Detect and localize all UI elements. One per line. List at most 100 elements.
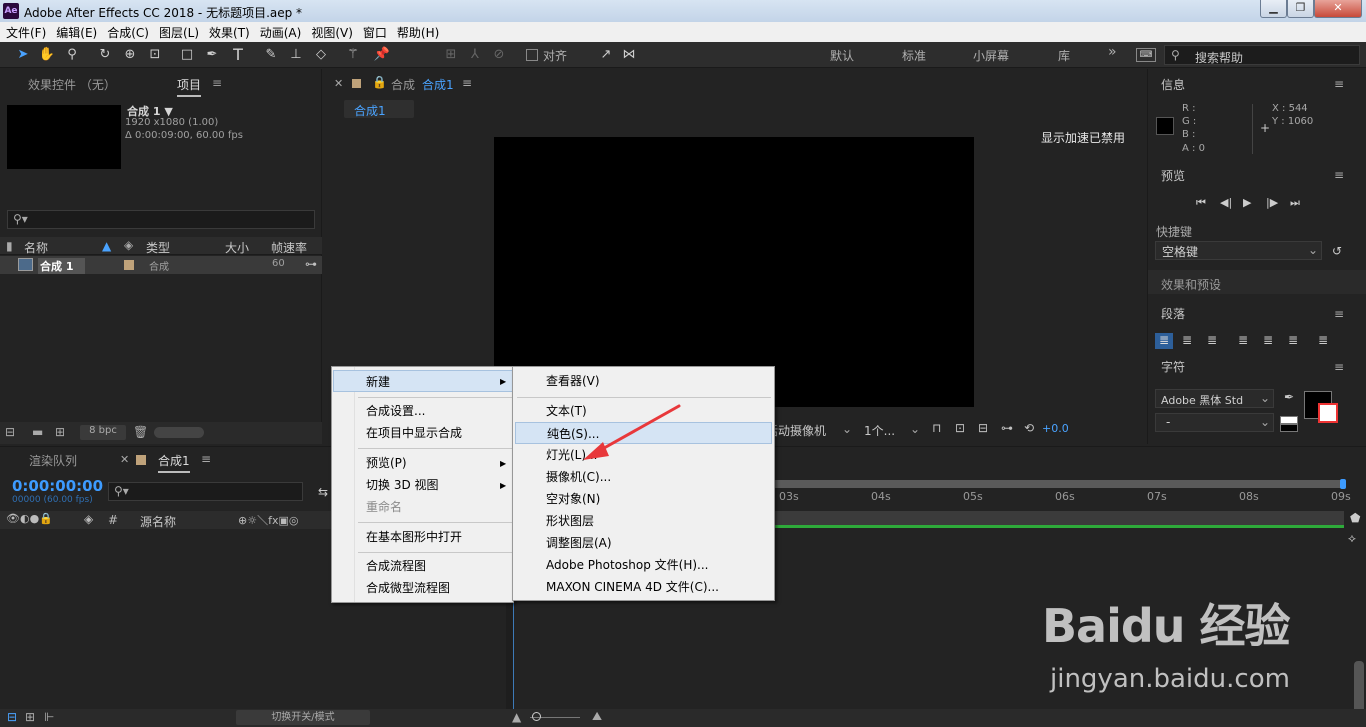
workspace-libraries[interactable]: 库 <box>1058 47 1070 64</box>
first-frame-icon[interactable]: ⏮ <box>1196 196 1206 210</box>
pan-behind-tool-icon[interactable]: ⊡ <box>146 46 164 64</box>
menu-item-switch-3d-view[interactable]: 切换 3D 视图 <box>366 474 439 496</box>
project-scrollbar[interactable] <box>154 427 204 438</box>
views-select[interactable]: 1个... <box>864 422 895 439</box>
toggle-view-options-icon[interactable]: ⊓ <box>932 421 941 435</box>
menu-item-reveal-in-project[interactable]: 在项目中显示合成 <box>366 422 462 444</box>
menu-item-comp-settings[interactable]: 合成设置... <box>366 400 425 422</box>
camera-select[interactable]: 活动摄像机 <box>766 422 826 439</box>
lock-icon[interactable]: 🔒 <box>372 75 387 89</box>
comp-breadcrumb[interactable]: 合成1 <box>344 100 414 118</box>
submenu-item-null-object[interactable]: 空对象(N) <box>546 488 600 510</box>
snap-options-icon[interactable]: ↗ <box>597 46 615 64</box>
align-left-icon[interactable]: ≣ <box>1155 333 1173 349</box>
camera-tool-icon[interactable]: ⊕ <box>121 46 139 64</box>
play-icon[interactable]: ▶ <box>1243 196 1251 209</box>
flowchart-icon[interactable]: ⊶ <box>1001 421 1013 435</box>
toggle-switches-modes-button[interactable]: 切换开关/模式 <box>236 710 370 725</box>
local-axis-icon[interactable]: ⊞ <box>442 46 460 64</box>
work-area-end-handle[interactable] <box>1340 479 1346 489</box>
menu-item-preview[interactable]: 预览(P) <box>366 452 407 474</box>
align-center-icon[interactable]: ≣ <box>1182 333 1192 347</box>
trash-icon[interactable]: 🗑 <box>133 425 148 439</box>
selection-tool-icon[interactable]: ➤ <box>14 46 32 64</box>
view-axis-icon[interactable]: ⊘ <box>490 46 508 64</box>
justify-center-icon[interactable]: ≣ <box>1263 333 1273 347</box>
workspace-small-screen[interactable]: 小屏幕 <box>973 47 1009 64</box>
white-swatch[interactable] <box>1280 416 1298 424</box>
tab-effect-controls[interactable]: 效果控件 （无） <box>28 76 116 93</box>
comp-mini-flowchart-icon[interactable]: ⇆ <box>318 485 328 499</box>
font-family-select[interactable]: Adobe 黑体 Std ⌄ <box>1155 389 1274 408</box>
last-frame-icon[interactable]: ⏭ <box>1290 196 1300 210</box>
maximize-button[interactable]: ❐ <box>1287 0 1314 18</box>
align-right-icon[interactable]: ≣ <box>1207 333 1217 347</box>
preview-panel-title[interactable]: 预览 <box>1161 167 1185 184</box>
close-tab-icon[interactable]: ✕ <box>120 453 129 466</box>
effects-presets-header[interactable]: 效果和预设 <box>1148 270 1366 294</box>
eraser-tool-icon[interactable]: ◇ <box>312 46 330 64</box>
shortcut-select[interactable]: 空格键 ⌄ <box>1155 241 1322 260</box>
flowchart-icon[interactable]: ⊶ <box>305 257 317 271</box>
column-fps[interactable]: 帧速率 <box>271 239 307 256</box>
menu-composition[interactable]: 合成(C) <box>101 24 153 41</box>
toggle-transfer-icon[interactable]: ⊞ <box>25 710 35 724</box>
menu-item-open-in-essential-graphics[interactable]: 在基本图形中打开 <box>366 526 462 548</box>
pen-tool-icon[interactable]: ✒ <box>203 46 221 64</box>
new-comp-icon[interactable]: ⊞ <box>55 425 65 439</box>
submenu-item-viewer[interactable]: 查看器(V) <box>546 370 600 392</box>
zoom-slider-thumb[interactable] <box>532 712 541 721</box>
submenu-item-cinema4d-file[interactable]: MAXON CINEMA 4D 文件(C)... <box>546 576 719 598</box>
panel-menu-icon[interactable]: ≡ <box>1334 77 1344 91</box>
rotate-tool-icon[interactable]: ↻ <box>96 46 114 64</box>
panel-menu-icon[interactable]: ≡ <box>212 76 222 90</box>
rectangle-tool-icon[interactable]: □ <box>178 46 196 64</box>
reset-icon[interactable]: ↺ <box>1332 244 1342 258</box>
font-style-select[interactable]: - ⌄ <box>1155 413 1274 432</box>
clone-stamp-tool-icon[interactable]: ⊥ <box>287 46 305 64</box>
eyedropper-icon[interactable]: ✒ <box>1284 390 1294 404</box>
info-panel-title[interactable]: 信息 <box>1161 76 1185 93</box>
table-row[interactable]: 合成 1 合成 60 ⊶ <box>0 256 322 274</box>
project-search-input[interactable]: ⚲▾ <box>7 210 315 229</box>
close-tab-icon[interactable]: ✕ <box>334 77 343 90</box>
panel-menu-icon[interactable]: ≡ <box>1334 360 1344 374</box>
keyboard-icon[interactable]: ⌨ <box>1136 48 1156 62</box>
justify-left-icon[interactable]: ≣ <box>1238 333 1248 347</box>
submenu-item-photoshop-file[interactable]: Adobe Photoshop 文件(H)... <box>546 554 708 576</box>
menu-help[interactable]: 帮助(H) <box>391 24 443 41</box>
timeline-search-input[interactable]: ⚲▾ <box>108 482 303 501</box>
paragraph-panel-title[interactable]: 段落 <box>1161 305 1185 322</box>
brush-tool-icon[interactable]: ✎ <box>262 46 280 64</box>
tab-project[interactable]: 项目 <box>177 76 202 97</box>
justify-right-icon[interactable]: ≣ <box>1288 333 1298 347</box>
black-swatch[interactable] <box>1280 424 1298 432</box>
menu-layer[interactable]: 图层(L) <box>153 24 203 41</box>
submenu-item-adjustment-layer[interactable]: 调整图层(A) <box>546 532 612 554</box>
character-panel-title[interactable]: 字符 <box>1161 358 1185 375</box>
breadcrumb-comp[interactable]: 合成1 <box>354 102 386 119</box>
item-name[interactable]: 合成 1 <box>38 258 86 274</box>
exposure-value[interactable]: +0.0 <box>1042 422 1069 435</box>
comp-button-icon[interactable]: ⟡ <box>1348 531 1356 546</box>
new-folder-icon[interactable]: ▬ <box>32 425 43 439</box>
menu-item-comp-mini-flowchart[interactable]: 合成微型流程图 <box>366 577 450 599</box>
menu-file[interactable]: 文件(F) <box>0 24 50 41</box>
effects-panel-title[interactable]: 效果和预设 <box>1161 276 1221 293</box>
tab-comp-timeline[interactable]: 合成1 <box>158 452 190 473</box>
label-color-swatch[interactable] <box>124 260 134 270</box>
menu-item-comp-flowchart[interactable]: 合成流程图 <box>366 555 426 577</box>
column-size[interactable]: 大小 <box>225 239 249 256</box>
zoom-tool-icon[interactable]: ⚲ <box>63 46 81 64</box>
column-name[interactable]: 名称 <box>24 239 48 256</box>
menu-animation[interactable]: 动画(A) <box>254 24 306 41</box>
toggle-stretch-icon[interactable]: ⊩ <box>44 710 54 724</box>
world-axis-icon[interactable]: ⅄ <box>466 46 484 64</box>
workspace-default[interactable]: 默认 <box>830 47 854 64</box>
submenu-item-shape-layer[interactable]: 形状图层 <box>546 510 594 532</box>
panel-menu-icon[interactable]: ≡ <box>201 452 211 466</box>
hand-tool-icon[interactable]: ✋ <box>38 46 56 64</box>
tab-render-queue[interactable]: 渲染队列 <box>29 452 77 469</box>
justify-all-icon[interactable]: ≣ <box>1318 333 1328 347</box>
comp-marker-icon[interactable]: ⬟ <box>1350 511 1360 525</box>
